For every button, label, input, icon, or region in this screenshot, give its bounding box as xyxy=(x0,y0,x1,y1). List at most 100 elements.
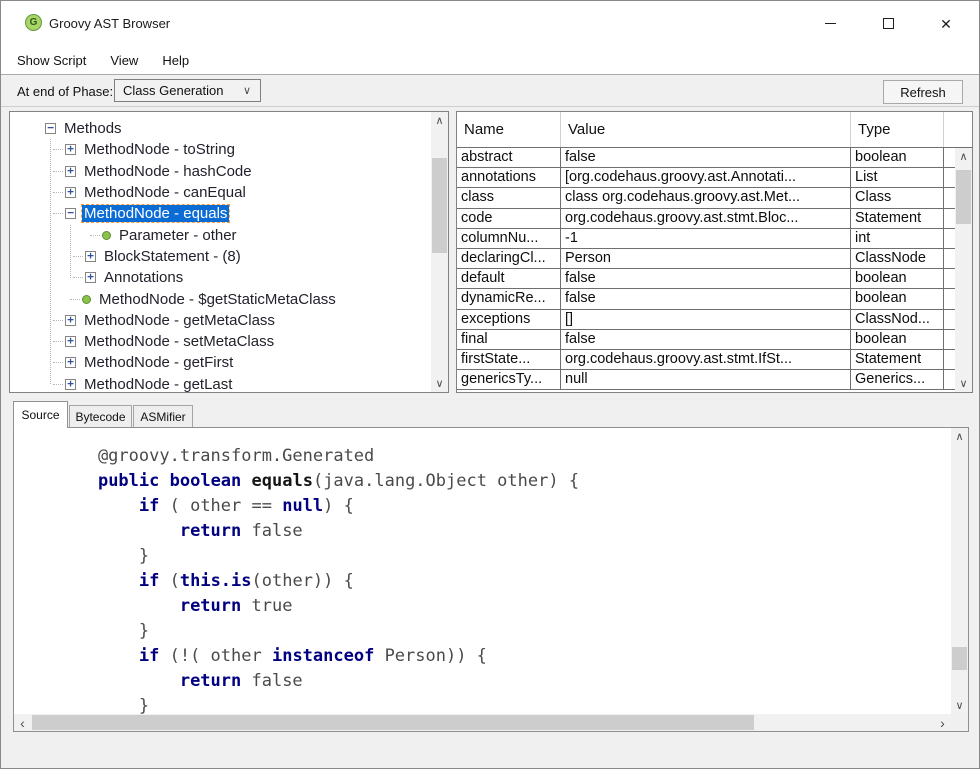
scrollbar-thumb[interactable] xyxy=(956,170,971,224)
code-vertical-scrollbar[interactable]: ∧ ∨ xyxy=(951,428,968,714)
tree-node[interactable]: −Methods xyxy=(10,118,431,139)
close-button[interactable]: ✕ xyxy=(917,1,975,46)
refresh-button[interactable]: Refresh xyxy=(883,80,963,104)
scrollbar-thumb[interactable] xyxy=(432,158,447,253)
tree-connector-line xyxy=(90,235,100,236)
expand-toggle-icon[interactable]: + xyxy=(65,357,76,368)
table-cell: annotations xyxy=(457,168,561,188)
table-row[interactable]: firstState...org.codehaus.groovy.ast.stm… xyxy=(457,350,972,370)
tree-connector-line xyxy=(53,213,63,214)
tree-node[interactable]: +MethodNode - getLast xyxy=(10,374,431,392)
phase-select[interactable]: Class Generation ∨ xyxy=(114,79,261,102)
table-row[interactable]: finalfalseboolean xyxy=(457,330,972,350)
tree-node[interactable]: +MethodNode - hashCode xyxy=(10,161,431,182)
code-keyword: return xyxy=(180,671,241,691)
tree-connector-line xyxy=(53,171,63,172)
tab-asmifier[interactable]: ASMifier xyxy=(133,405,193,428)
source-panel: @groovy.transform.Generated public boole… xyxy=(13,427,969,732)
table-cell: dynamicRe... xyxy=(457,289,561,309)
table-cell: boolean xyxy=(851,330,944,350)
expand-toggle-icon[interactable]: + xyxy=(85,272,96,283)
expand-toggle-icon[interactable]: + xyxy=(65,187,76,198)
table-row[interactable]: abstractfalseboolean xyxy=(457,148,972,168)
collapse-toggle-icon[interactable]: − xyxy=(45,123,56,134)
expand-toggle-icon[interactable]: + xyxy=(65,166,76,177)
table-row[interactable]: genericsTy...nullGenerics... xyxy=(457,370,972,390)
table-row[interactable]: exceptions[]ClassNod... xyxy=(457,310,972,330)
tree-node-label: MethodNode - getFirst xyxy=(82,354,235,371)
column-header-type[interactable]: Type xyxy=(851,112,944,147)
scrollbar-thumb[interactable] xyxy=(952,647,967,670)
code-text: } xyxy=(57,546,149,566)
table-cell: ClassNod... xyxy=(851,310,944,330)
expand-toggle-icon[interactable]: + xyxy=(65,379,76,390)
table-cell: false xyxy=(561,289,851,309)
table-row[interactable]: annotations[org.codehaus.groovy.ast.Anno… xyxy=(457,168,972,188)
tree-node[interactable]: Parameter - other xyxy=(10,224,431,245)
collapse-toggle-icon[interactable]: − xyxy=(65,208,76,219)
scroll-down-icon[interactable]: ∨ xyxy=(431,375,448,392)
expand-toggle-icon[interactable]: + xyxy=(85,251,96,262)
tree-connector-line xyxy=(53,192,63,193)
maximize-button[interactable] xyxy=(859,1,917,46)
scroll-left-icon[interactable]: ‹ xyxy=(14,714,31,731)
tree-node[interactable]: MethodNode - $getStaticMetaClass xyxy=(10,288,431,309)
tree-node[interactable]: +MethodNode - toString xyxy=(10,139,431,160)
expand-toggle-icon[interactable]: + xyxy=(65,336,76,347)
column-header-value[interactable]: Value xyxy=(561,112,851,147)
menu-item-help[interactable]: Help xyxy=(150,53,201,68)
table-cell: Generics... xyxy=(851,370,944,390)
table-cell: columnNu... xyxy=(457,229,561,249)
minimize-button[interactable] xyxy=(801,1,859,46)
row-filler xyxy=(944,350,955,370)
chevron-down-icon: ∨ xyxy=(243,84,251,97)
tree-vertical-scrollbar[interactable]: ∧ ∨ xyxy=(431,112,448,392)
table-row[interactable]: classclass org.codehaus.groovy.ast.Met..… xyxy=(457,188,972,208)
tab-source[interactable]: Source xyxy=(13,401,68,428)
code-text: ( other == xyxy=(159,496,282,516)
scroll-up-icon[interactable]: ∧ xyxy=(431,112,448,129)
expand-toggle-icon[interactable]: + xyxy=(65,315,76,326)
code-line: return false xyxy=(57,669,951,694)
tree-node[interactable]: +MethodNode - getMetaClass xyxy=(10,310,431,331)
table-row[interactable]: declaringCl...PersonClassNode xyxy=(457,249,972,269)
scroll-down-icon[interactable]: ∨ xyxy=(955,375,972,392)
code-text: ) { xyxy=(323,496,354,516)
code-text xyxy=(57,571,139,591)
scrollbar-thumb[interactable] xyxy=(32,715,754,730)
row-filler xyxy=(944,249,955,269)
tree-node[interactable]: +Annotations xyxy=(10,267,431,288)
table-row[interactable]: codeorg.codehaus.groovy.ast.stmt.Bloc...… xyxy=(457,209,972,229)
scroll-right-icon[interactable]: › xyxy=(934,714,951,731)
tab-bytecode[interactable]: Bytecode xyxy=(69,405,132,428)
tree-node[interactable]: +MethodNode - canEqual xyxy=(10,182,431,203)
tree-node[interactable]: +BlockStatement - (8) xyxy=(10,246,431,267)
scroll-up-icon[interactable]: ∧ xyxy=(955,148,972,165)
code-text: (java.lang.Object other) { xyxy=(313,471,579,491)
code-text xyxy=(159,471,169,491)
column-header-name[interactable]: Name xyxy=(457,112,561,147)
source-code-view[interactable]: @groovy.transform.Generated public boole… xyxy=(14,428,951,714)
menu-item-view[interactable]: View xyxy=(98,53,150,68)
tree-node[interactable]: +MethodNode - setMetaClass xyxy=(10,331,431,352)
tab-bytecode-label: Bytecode xyxy=(75,410,125,424)
code-horizontal-scrollbar[interactable]: ‹ › xyxy=(14,714,951,731)
table-cell: exceptions xyxy=(457,310,561,330)
table-cell: declaringCl... xyxy=(457,249,561,269)
code-line: return false xyxy=(57,519,951,544)
code-text xyxy=(57,521,180,541)
table-vertical-scrollbar[interactable]: ∧ ∨ xyxy=(955,148,972,392)
code-keyword: boolean xyxy=(170,471,242,491)
tree-node[interactable]: + MethodNode - getFirst xyxy=(10,352,431,373)
table-row[interactable]: dynamicRe...falseboolean xyxy=(457,289,972,309)
menu-item-show-script[interactable]: Show Script xyxy=(5,53,98,68)
table-row[interactable]: defaultfalseboolean xyxy=(457,269,972,289)
table-row[interactable]: columnNu...-1int xyxy=(457,229,972,249)
expand-toggle-icon[interactable]: + xyxy=(65,144,76,155)
ast-tree-panel: −Methods+MethodNode - toString+MethodNod… xyxy=(9,111,449,393)
scroll-down-icon[interactable]: ∨ xyxy=(951,697,968,714)
code-text xyxy=(57,596,180,616)
scroll-up-icon[interactable]: ∧ xyxy=(951,428,968,445)
code-keyword: if xyxy=(139,646,159,666)
tree-node[interactable]: −MethodNode - equals xyxy=(10,203,431,224)
